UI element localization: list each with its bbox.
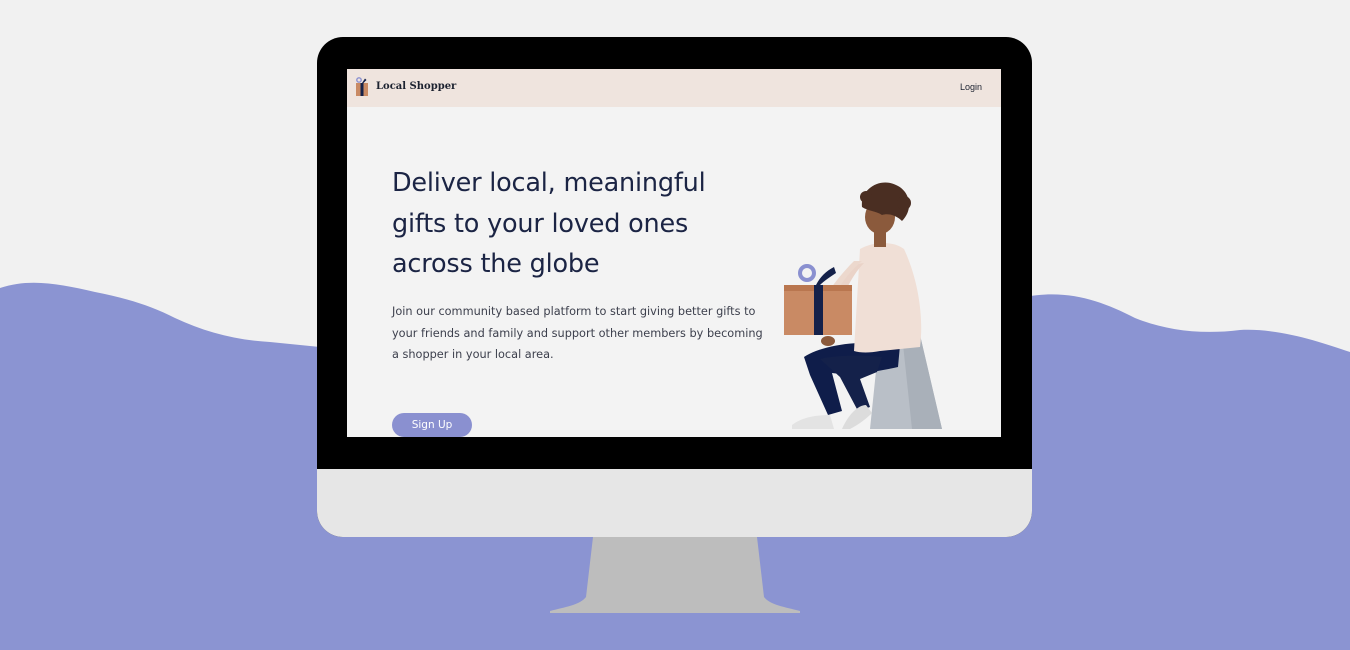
gift-ribbon <box>814 285 823 335</box>
sign-up-button[interactable]: Sign Up <box>392 413 472 437</box>
hero-description: Join our community based platform to sta… <box>392 305 763 361</box>
brand-name[interactable]: Local Shopper <box>376 81 456 92</box>
scene: Local Shopper Login Deliver local, meani… <box>0 0 1350 650</box>
shoe-right <box>842 405 872 429</box>
person-holding-gift-illustration <box>784 182 942 429</box>
shoe-left <box>792 415 834 429</box>
monitor-stand <box>550 537 800 613</box>
login-link[interactable]: Login <box>960 82 982 92</box>
site-header: Local Shopper Login <box>347 69 1001 107</box>
monitor-chin <box>317 469 1032 537</box>
monitor: Local Shopper Login Deliver local, meani… <box>317 37 1032 537</box>
gift-box-logo-icon <box>356 77 368 96</box>
monitor-screen: Local Shopper Login Deliver local, meani… <box>347 69 1001 437</box>
sweater <box>854 243 922 353</box>
hero-heading: Deliver local, meaningful gifts to your … <box>392 168 706 279</box>
